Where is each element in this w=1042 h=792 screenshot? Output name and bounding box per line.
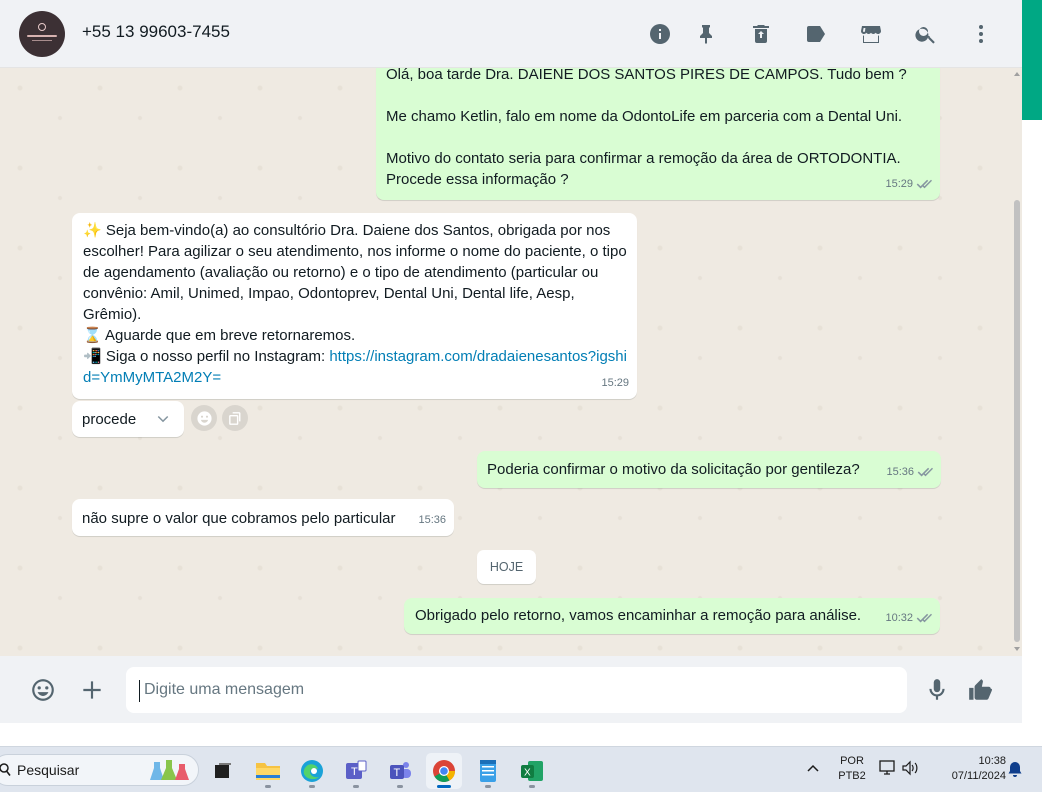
contact-avatar[interactable] [19, 11, 65, 57]
microphone-icon [929, 679, 945, 700]
double-check-icon [916, 613, 932, 623]
message-time: 15:36 [886, 466, 914, 478]
chrome-icon [433, 760, 455, 782]
task-view-button[interactable] [205, 753, 241, 789]
phone-icon: 📲 [83, 348, 102, 365]
show-hidden-icons-chevron-up-icon[interactable] [803, 759, 823, 779]
copy-icon [228, 411, 240, 425]
double-check-icon [916, 179, 932, 189]
task-view-icon [215, 763, 231, 778]
message-meta: 15:29 [885, 174, 932, 195]
thumbs-up-icon [969, 679, 992, 700]
message-input[interactable] [126, 667, 907, 713]
message-text: Obrigado pelo retorno, vamos encaminhar … [415, 607, 862, 624]
message-time: 15:36 [418, 514, 446, 526]
label-icon[interactable] [800, 18, 832, 50]
background-edge [1022, 120, 1042, 746]
notepad-icon [480, 760, 496, 782]
message-meta: 15:29 [601, 373, 629, 394]
outgoing-message[interactable]: Olá, boa tarde Dra. DAIENE DOS SANTOS PI… [376, 68, 940, 200]
scroll-down-arrow-icon[interactable] [1013, 645, 1021, 653]
emoji-icon [196, 410, 212, 426]
chrome-button[interactable] [426, 753, 462, 789]
scroll-up-arrow-icon[interactable] [1013, 70, 1021, 78]
message-text: ✨ Seja bem-vindo(a) ao consultório Dra. … [83, 222, 627, 386]
outgoing-message[interactable]: Poderia confirmar o motivo da solicitaçã… [477, 451, 941, 488]
like-button[interactable] [965, 675, 995, 705]
attach-button[interactable] [77, 675, 107, 705]
pin-icon[interactable] [690, 18, 722, 50]
window-bottom-edge [0, 723, 1022, 746]
voice-message-button[interactable] [922, 675, 952, 705]
excel-button[interactable]: X [514, 753, 550, 789]
message-text: Olá, boa tarde Dra. DAIENE DOS SANTOS PI… [386, 68, 907, 188]
incoming-message[interactable]: ✨ Seja bem-vindo(a) ao consultório Dra. … [72, 213, 637, 399]
message-options-button[interactable] [146, 409, 180, 431]
message-time: 15:29 [885, 178, 913, 190]
message-meta: 10:32 [885, 608, 932, 629]
double-check-icon [917, 467, 933, 477]
emoji-button[interactable] [28, 675, 58, 705]
message-text: procede [82, 411, 137, 428]
file-explorer-button[interactable] [250, 753, 286, 789]
teams-button[interactable]: T [382, 753, 418, 789]
edge-button[interactable] [294, 753, 330, 789]
compose-bar [0, 656, 1022, 723]
svg-text:X: X [524, 768, 531, 779]
outgoing-message[interactable]: Obrigado pelo retorno, vamos encaminhar … [404, 598, 940, 634]
copy-button[interactable] [222, 405, 248, 431]
clock-time: 10:38 [978, 755, 1006, 767]
message-text: Poderia confirmar o motivo da solicitaçã… [487, 461, 860, 478]
edge-icon [301, 760, 323, 782]
emoji-icon [32, 679, 54, 701]
contact-name[interactable]: +55 13 99603-7455 [82, 22, 230, 42]
teams-classic-icon: T [346, 760, 367, 779]
magnifier-icon [0, 763, 11, 776]
clock-date: 07/11/2024 [951, 770, 1006, 782]
svg-text:T: T [394, 767, 401, 779]
message-time: 10:32 [885, 612, 913, 624]
search-icon[interactable] [910, 18, 942, 50]
hourglass-icon: ⌛ [83, 327, 102, 344]
message-text: não supre o valor que cobramos pelo part… [82, 510, 396, 527]
incoming-message[interactable]: procede [72, 401, 184, 437]
chevron-down-icon [157, 415, 169, 423]
search-highlight-flasks-icon [150, 760, 189, 780]
text-caret [139, 680, 140, 702]
notepad-button[interactable] [470, 753, 506, 789]
input-language-indicator[interactable]: POR PTB2 [832, 754, 872, 784]
message-meta: 15:36 [886, 462, 933, 483]
sparkles-icon: ✨ [83, 222, 102, 239]
menu-icon[interactable] [965, 18, 997, 50]
chat-header: +55 13 99603-7455 [0, 0, 1022, 68]
react-button[interactable] [191, 405, 217, 431]
notification-bell-icon[interactable] [1006, 760, 1024, 778]
catalog-icon[interactable] [855, 18, 887, 50]
message-time: 15:29 [601, 377, 629, 389]
whatsapp-window: +55 13 99603-7455 Olá, boa tarde Dra. DA… [0, 0, 1022, 746]
plus-icon [83, 681, 101, 699]
taskbar-search-label[interactable]: Pesquisar [17, 762, 79, 778]
folder-icon [256, 763, 280, 780]
network-volume-icons[interactable] [878, 758, 922, 778]
message-meta: 15:36 [418, 510, 446, 531]
window-accent-strip [1022, 0, 1042, 120]
scrollbar-thumb[interactable] [1014, 200, 1020, 642]
teams-icon: T [390, 762, 411, 779]
incoming-message[interactable]: não supre o valor que cobramos pelo part… [72, 499, 454, 536]
date-separator: HOJE [477, 550, 536, 584]
delete-icon[interactable] [745, 18, 777, 50]
teams-classic-button[interactable]: T [338, 753, 374, 789]
excel-icon: X [521, 761, 543, 781]
conversation-panel: Olá, boa tarde Dra. DAIENE DOS SANTOS PI… [0, 68, 1022, 656]
info-icon[interactable] [644, 18, 676, 50]
system-clock[interactable]: 10:38 07/11/2024 [930, 754, 1006, 784]
svg-text:T: T [351, 766, 358, 778]
